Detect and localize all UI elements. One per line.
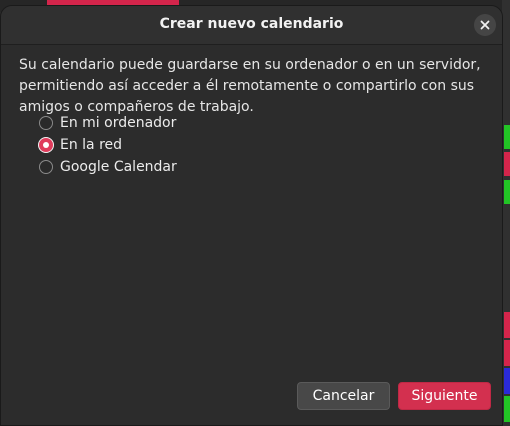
radio-option-local[interactable]: En mi ordenador [39,112,177,134]
radio-label: En la red [60,137,123,153]
calendar-color-swatch [504,340,510,366]
calendar-color-swatch [504,396,510,422]
dialog-titlebar: Crear nuevo calendario [1,6,502,45]
radio-label: Google Calendar [60,159,177,175]
calendar-color-swatch [504,368,510,394]
close-button[interactable] [474,14,496,36]
dialog-title: Crear nuevo calendario [159,16,344,32]
new-calendar-dialog: Crear nuevo calendario Su calendario pue… [0,5,503,426]
radio-button-unchecked[interactable] [39,160,53,174]
radio-label: En mi ordenador [60,115,177,131]
calendar-color-swatch [504,180,510,204]
dialog-description: Su calendario puede guardarse en su orde… [19,57,481,115]
background-calendar-column [502,0,510,426]
radio-dot-icon [43,142,49,148]
calendar-color-swatch [504,125,510,149]
close-icon [480,20,490,30]
calendar-color-swatch [504,312,510,338]
calendar-color-swatch [504,152,510,176]
radio-button-checked[interactable] [39,138,53,152]
radio-option-google[interactable]: Google Calendar [39,156,177,178]
next-button[interactable]: Siguiente [398,382,491,410]
cancel-button[interactable]: Cancelar [297,382,390,410]
radio-option-network[interactable]: En la red [39,134,177,156]
location-radio-group: En mi ordenador En la red Google Calenda… [39,112,177,178]
radio-button-unchecked[interactable] [39,116,53,130]
